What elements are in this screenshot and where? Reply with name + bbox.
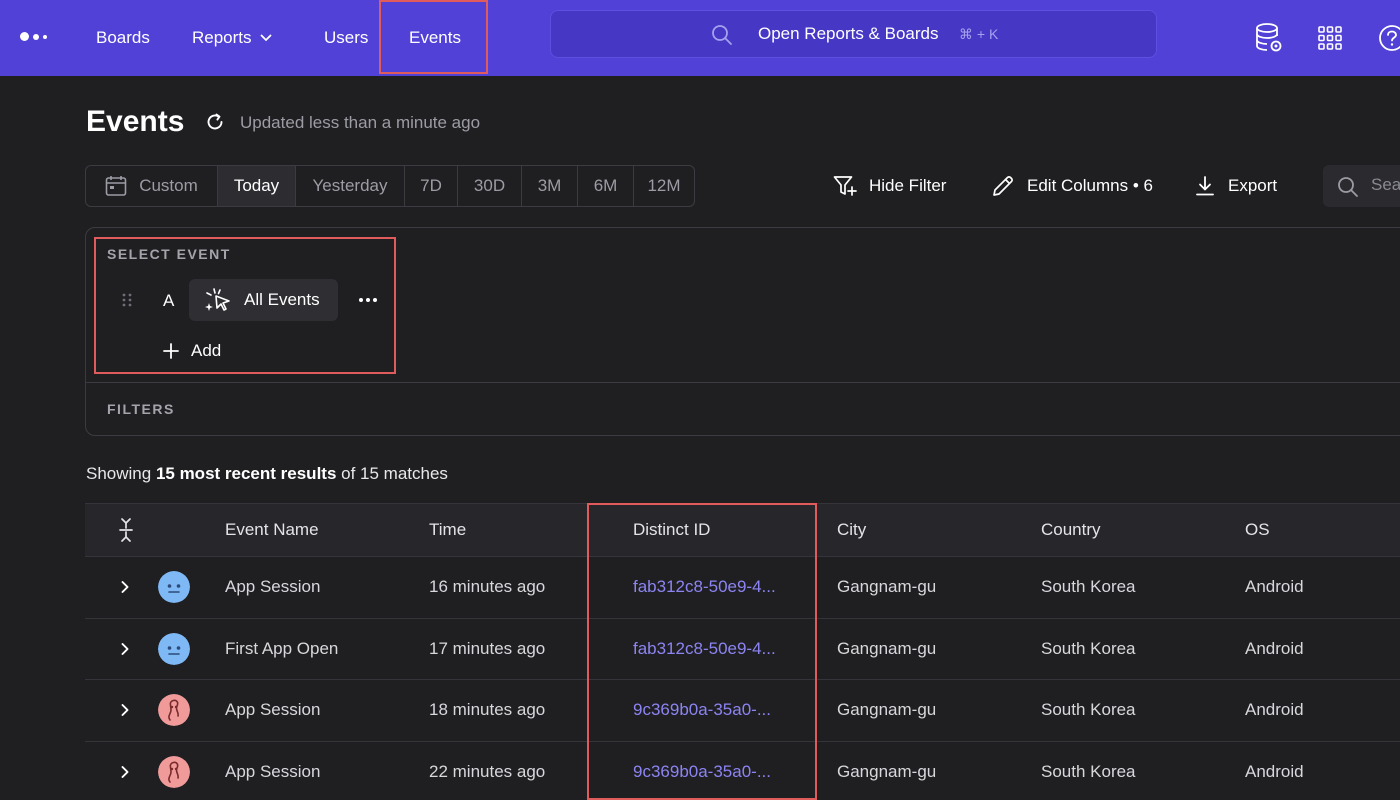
omnibar-label: Open Reports & Boards xyxy=(758,24,939,43)
country-cell: South Korea xyxy=(1041,700,1136,720)
expand-chevron-icon[interactable] xyxy=(120,742,130,800)
search-icon xyxy=(711,24,733,51)
event-search-input[interactable] xyxy=(1371,175,1400,195)
country-cell: South Korea xyxy=(1041,577,1136,597)
event-name-cell: App Session xyxy=(225,700,321,720)
range-6m[interactable]: 6M xyxy=(578,166,634,206)
collapse-all-icon[interactable] xyxy=(118,504,134,556)
refresh-icon[interactable] xyxy=(205,112,225,137)
hide-filter-button[interactable]: Hide Filter xyxy=(833,172,946,200)
range-custom[interactable]: Custom xyxy=(86,166,218,206)
nav-boards-label: Boards xyxy=(96,28,150,47)
col-city[interactable]: City xyxy=(837,504,866,556)
distinct-id-highlight-box xyxy=(587,503,817,800)
event-name-cell: App Session xyxy=(225,577,321,597)
omnibar-shortcut: ⌘ + K xyxy=(959,26,999,42)
country-cell: South Korea xyxy=(1041,761,1136,781)
date-range-selector: Custom Today Yesterday 7D 30D 3M 6M 12M xyxy=(85,165,695,207)
results-prefix: Showing xyxy=(86,464,156,483)
col-time[interactable]: Time xyxy=(429,504,466,556)
event-search-box[interactable] xyxy=(1323,165,1400,207)
edit-columns-label: Edit Columns • 6 xyxy=(1027,176,1153,195)
omnibar-search[interactable]: Open Reports & Boards ⌘ + K xyxy=(550,10,1157,58)
os-cell: Android xyxy=(1245,761,1304,781)
range-yesterday[interactable]: Yesterday xyxy=(296,166,405,206)
range-3m[interactable]: 3M xyxy=(522,166,578,206)
download-icon xyxy=(1196,176,1214,196)
range-7d[interactable]: 7D xyxy=(405,166,458,206)
expand-chevron-icon[interactable] xyxy=(120,680,130,741)
city-cell: Gangnam-gu xyxy=(837,638,937,658)
city-cell: Gangnam-gu xyxy=(837,577,937,597)
os-cell: Android xyxy=(1245,700,1304,720)
os-cell: Android xyxy=(1245,577,1304,597)
help-icon[interactable] xyxy=(1378,24,1400,57)
export-label: Export xyxy=(1228,176,1278,195)
calendar-icon xyxy=(105,175,127,197)
logo[interactable] xyxy=(20,32,47,41)
filter-icon xyxy=(833,176,857,196)
nav-users-label: Users xyxy=(324,28,369,47)
top-nav: Boards Reports Users Events Open Reports… xyxy=(0,0,1400,76)
panel-divider xyxy=(86,382,1400,383)
events-highlight-box xyxy=(379,0,488,74)
results-summary: Showing 15 most recent results of 15 mat… xyxy=(86,464,448,484)
updated-status: Updated less than a minute ago xyxy=(240,113,481,132)
range-custom-label: Custom xyxy=(139,176,198,195)
pencil-icon xyxy=(993,176,1013,196)
avatar xyxy=(158,619,190,680)
col-os[interactable]: OS xyxy=(1245,504,1270,556)
col-country[interactable]: Country xyxy=(1041,504,1101,556)
time-cell: 22 minutes ago xyxy=(429,761,546,781)
time-cell: 16 minutes ago xyxy=(429,577,546,597)
os-cell: Android xyxy=(1245,638,1304,658)
apps-grid-icon[interactable] xyxy=(1318,26,1342,55)
export-button[interactable]: Export xyxy=(1194,172,1277,200)
filters-label: FILTERS xyxy=(107,401,175,417)
avatar xyxy=(158,680,190,741)
city-cell: Gangnam-gu xyxy=(837,761,937,781)
avatar xyxy=(158,742,190,800)
avatar xyxy=(158,557,190,618)
city-cell: Gangnam-gu xyxy=(837,700,937,720)
select-event-highlight-box xyxy=(94,237,396,374)
time-cell: 17 minutes ago xyxy=(429,638,546,658)
page-title: Events xyxy=(86,105,185,138)
results-suffix: of 15 matches xyxy=(336,464,448,483)
nav-users[interactable]: Users xyxy=(324,0,368,76)
nav-boards[interactable]: Boards xyxy=(96,0,150,76)
country-cell: South Korea xyxy=(1041,638,1136,658)
range-12m[interactable]: 12M xyxy=(634,166,694,206)
chevron-down-icon xyxy=(260,34,272,42)
edit-columns-button[interactable]: Edit Columns • 6 xyxy=(991,172,1153,200)
database-settings-icon[interactable] xyxy=(1255,22,1283,59)
event-name-cell: App Session xyxy=(225,761,321,781)
nav-reports-label: Reports xyxy=(192,28,252,47)
time-cell: 18 minutes ago xyxy=(429,700,546,720)
range-today[interactable]: Today xyxy=(218,166,296,206)
hide-filter-label: Hide Filter xyxy=(869,176,947,195)
range-30d[interactable]: 30D xyxy=(458,166,522,206)
event-name-cell: First App Open xyxy=(225,638,339,658)
col-event-name[interactable]: Event Name xyxy=(225,504,319,556)
nav-reports[interactable]: Reports xyxy=(192,0,272,76)
expand-chevron-icon[interactable] xyxy=(120,557,130,618)
results-count: 15 most recent results xyxy=(155,464,337,483)
expand-chevron-icon[interactable] xyxy=(120,619,130,680)
search-icon xyxy=(1337,176,1359,203)
